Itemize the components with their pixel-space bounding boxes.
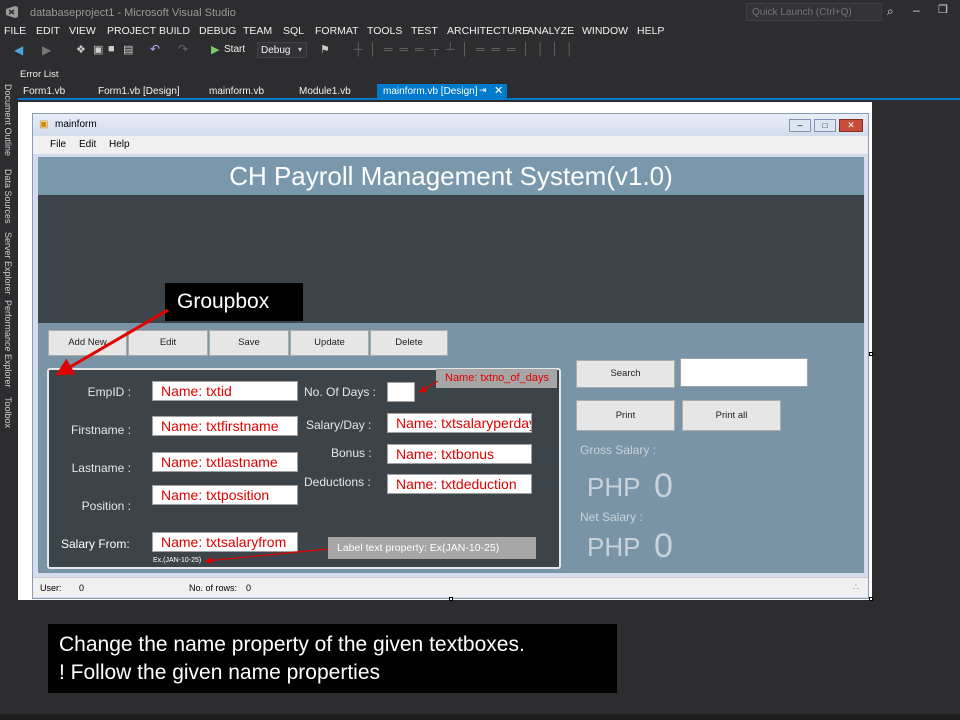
screen: databaseproject1 - Microsoft Visual Stud… — [0, 0, 960, 720]
days-arrow — [418, 380, 439, 393]
instruction-line-1: Change the name property of the given te… — [59, 633, 525, 656]
label-arrow — [204, 548, 329, 564]
vs-status-strip — [0, 714, 960, 720]
instruction-note: Change the name property of the given te… — [48, 624, 617, 693]
groupbox-arrow — [55, 308, 169, 376]
annotation-arrows — [55, 308, 439, 564]
instruction-line-2: ! Follow the given name properties — [59, 661, 380, 684]
